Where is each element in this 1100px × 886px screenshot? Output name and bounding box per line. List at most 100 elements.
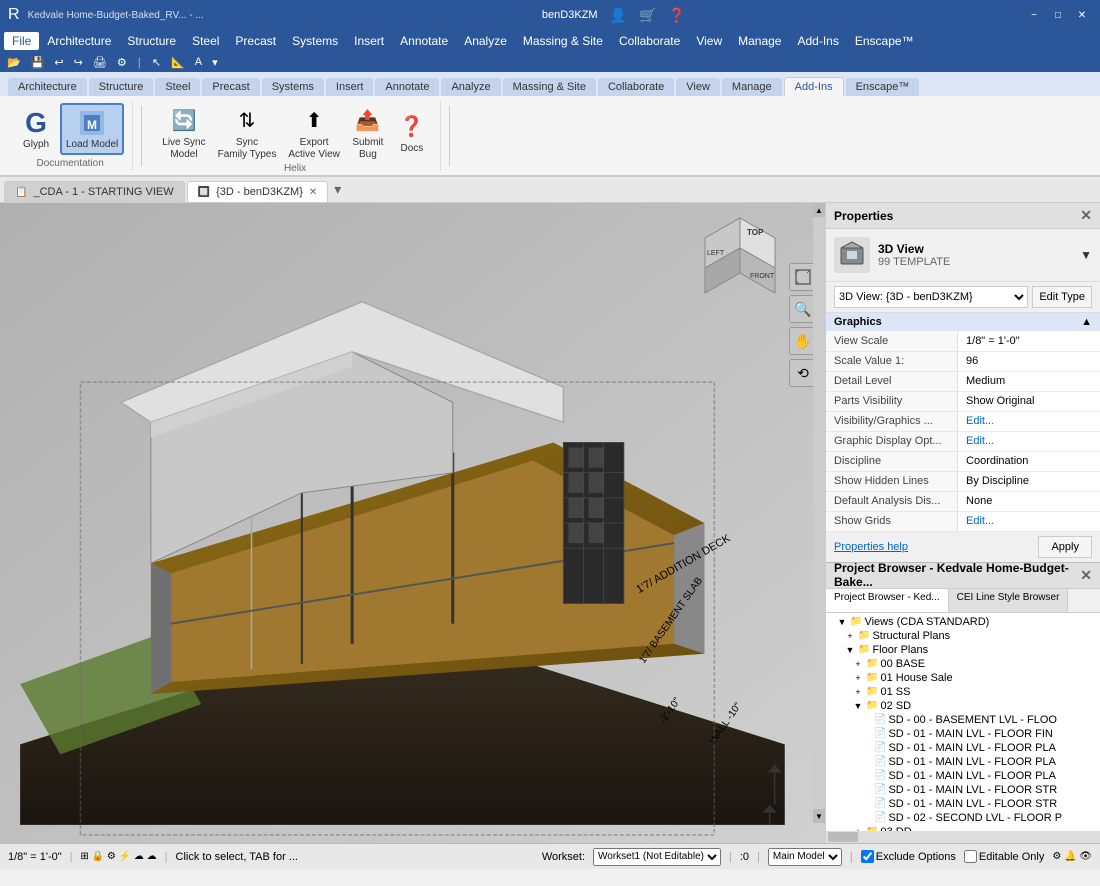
scroll-thumb[interactable] — [813, 217, 825, 809]
qa-save[interactable]: 💾 — [28, 55, 48, 70]
tree-item-structural[interactable]: + 📁 Structural Plans — [828, 629, 1098, 643]
export-view-button[interactable]: ⬆ ExportActive View — [284, 103, 344, 163]
docs-button[interactable]: ❓ Docs — [392, 109, 432, 157]
live-sync-button[interactable]: 🔄 Live SyncModel — [158, 103, 209, 163]
pb-tab-browser[interactable]: Project Browser - Ked... — [826, 589, 949, 612]
glyph-button[interactable]: G Glyph — [16, 105, 56, 153]
tab-steel[interactable]: Steel — [155, 78, 200, 96]
tree-item-sd00[interactable]: 📄 SD - 00 - BASEMENT LVL - FLOO — [828, 713, 1098, 727]
type-expand-arrow[interactable]: ▼ — [1080, 248, 1092, 262]
menu-systems[interactable]: Systems — [284, 32, 346, 50]
tree-item-01ss[interactable]: + 📁 01 SS — [828, 685, 1098, 699]
pb-close-button[interactable]: ✕ — [1080, 567, 1092, 584]
tab-addins[interactable]: Add-Ins — [784, 77, 844, 96]
menu-precast[interactable]: Precast — [227, 32, 284, 50]
tab-list-button[interactable]: ▾ — [330, 177, 345, 202]
tree-item-00base[interactable]: + 📁 00 BASE — [828, 657, 1098, 671]
prop-value-vis-graphics[interactable]: Edit... — [958, 411, 1100, 431]
tab-collaborate[interactable]: Collaborate — [598, 78, 674, 96]
tab-starting-view[interactable]: 📋 _CDA - 1 - STARTING VIEW — [4, 181, 185, 202]
scroll-down-button[interactable]: ▼ — [813, 809, 825, 823]
tree-item-sd01-str1[interactable]: 📄 SD - 01 - MAIN LVL - FLOOR STR — [828, 783, 1098, 797]
prop-value-hidden-lines[interactable]: By Discipline — [958, 471, 1100, 491]
exclude-options-checkbox[interactable] — [861, 850, 874, 863]
view-cube[interactable]: TOP FRONT LEFT — [695, 213, 785, 303]
editable-only-label[interactable]: Editable Only — [964, 850, 1044, 863]
minimize-button[interactable]: − — [1024, 5, 1044, 25]
qa-undo[interactable]: ↩ — [51, 55, 66, 70]
exclude-options-label[interactable]: Exclude Options — [861, 850, 956, 863]
qa-measure[interactable]: 📐 — [168, 55, 188, 70]
menu-steel[interactable]: Steel — [184, 32, 227, 50]
graphics-section-header[interactable]: Graphics ▲ — [826, 313, 1100, 331]
menu-massing[interactable]: Massing & Site — [515, 32, 611, 50]
prop-value-detail-level[interactable]: Medium — [958, 371, 1100, 391]
tree-item-sd01-pla2[interactable]: 📄 SD - 01 - MAIN LVL - FLOOR PLA — [828, 755, 1098, 769]
close-button[interactable]: ✕ — [1072, 5, 1092, 25]
load-model-button[interactable]: M Load Model — [60, 103, 124, 155]
tab-3d-view[interactable]: 🔲 {3D - benD3KZM} ✕ — [187, 181, 329, 202]
tree-item-sd01-pla3[interactable]: 📄 SD - 01 - MAIN LVL - FLOOR PLA — [828, 769, 1098, 783]
apply-button[interactable]: Apply — [1038, 536, 1092, 558]
pb-tab-line-style[interactable]: CEI Line Style Browser — [949, 589, 1069, 612]
menu-insert[interactable]: Insert — [346, 32, 392, 50]
prop-value-graphic-display[interactable]: Edit... — [958, 431, 1100, 451]
tab-insert[interactable]: Insert — [326, 78, 374, 96]
tree-item-floor-plans[interactable]: ▼ 📁 Floor Plans — [828, 643, 1098, 657]
tab-enscape[interactable]: Enscape™ — [846, 78, 920, 96]
tab-systems[interactable]: Systems — [262, 78, 324, 96]
properties-help-link[interactable]: Properties help — [826, 537, 916, 557]
pb-horizontal-scrollbar[interactable] — [826, 831, 1100, 843]
tab-structure[interactable]: Structure — [89, 78, 154, 96]
viewport[interactable]: 1'7/ ADDITION DECK 1'7/ BASEMENT SLAB -2… — [0, 203, 825, 843]
tree-item-sd02[interactable]: 📄 SD - 02 - SECOND LVL - FLOOR P — [828, 811, 1098, 825]
tree-item-sd01-fin[interactable]: 📄 SD - 01 - MAIN LVL - FLOOR FIN — [828, 727, 1098, 741]
submit-bug-button[interactable]: 📤 SubmitBug — [348, 103, 388, 163]
qa-settings[interactable]: ⚙ — [114, 55, 130, 70]
tree-item-sd01-str2[interactable]: 📄 SD - 01 - MAIN LVL - FLOOR STR — [828, 797, 1098, 811]
tab-close-button[interactable]: ✕ — [309, 187, 317, 198]
qa-more[interactable]: ▾ — [209, 55, 221, 70]
menu-analyze[interactable]: Analyze — [456, 32, 515, 50]
menu-annotate[interactable]: Annotate — [392, 32, 456, 50]
model-selector[interactable]: Main Model — [768, 848, 842, 866]
menu-collaborate[interactable]: Collaborate — [611, 32, 688, 50]
properties-close-button[interactable]: ✕ — [1080, 207, 1092, 224]
tab-analyze[interactable]: Analyze — [441, 78, 500, 96]
prop-value-parts-vis[interactable]: Show Original — [958, 391, 1100, 411]
viewport-vertical-scrollbar[interactable]: ▲ ▼ — [813, 203, 825, 823]
tab-view[interactable]: View — [676, 78, 720, 96]
menu-manage[interactable]: Manage — [730, 32, 789, 50]
tab-massing[interactable]: Massing & Site — [503, 78, 596, 96]
tree-item-02sd[interactable]: ▼ 📁 02 SD — [828, 699, 1098, 713]
editable-only-checkbox[interactable] — [964, 850, 977, 863]
menu-architecture[interactable]: Architecture — [39, 32, 119, 50]
view-selector-dropdown[interactable]: 3D View: {3D - benD3KZM} — [834, 286, 1028, 308]
prop-value-show-grids[interactable]: Edit... — [958, 511, 1100, 531]
maximize-button[interactable]: □ — [1048, 5, 1068, 25]
tree-item-01house[interactable]: + 📁 01 House Sale — [828, 671, 1098, 685]
qa-open[interactable]: 📂 — [4, 55, 24, 70]
menu-structure[interactable]: Structure — [119, 32, 184, 50]
scroll-up-button[interactable]: ▲ — [813, 203, 825, 217]
qa-text[interactable]: A — [192, 55, 205, 69]
tab-manage[interactable]: Manage — [722, 78, 782, 96]
prop-value-analysis-dis[interactable]: None — [958, 491, 1100, 511]
tab-precast[interactable]: Precast — [202, 78, 259, 96]
workset-selector[interactable]: Workset1 (Not Editable) — [593, 848, 721, 866]
edit-type-button[interactable]: Edit Type — [1032, 286, 1092, 308]
prop-value-discipline[interactable]: Coordination — [958, 451, 1100, 471]
tree-item-sd01-pla1[interactable]: 📄 SD - 01 - MAIN LVL - FLOOR PLA — [828, 741, 1098, 755]
menu-file[interactable]: File — [4, 32, 39, 50]
menu-addins[interactable]: Add-Ins — [789, 32, 846, 50]
qa-redo[interactable]: ↪ — [71, 55, 86, 70]
qa-select[interactable]: ↖ — [149, 55, 164, 70]
prop-value-view-scale[interactable]: 1/8" = 1'-0" — [958, 331, 1100, 351]
sync-family-button[interactable]: ⇅ SyncFamily Types — [214, 103, 281, 163]
tree-item-views[interactable]: ▼ 📁 Views (CDA STANDARD) — [828, 615, 1098, 629]
tab-architecture[interactable]: Architecture — [8, 78, 87, 96]
pb-scroll-thumb[interactable] — [828, 832, 858, 842]
tab-annotate[interactable]: Annotate — [375, 78, 439, 96]
menu-enscape[interactable]: Enscape™ — [847, 32, 922, 50]
menu-view[interactable]: View — [688, 32, 730, 50]
